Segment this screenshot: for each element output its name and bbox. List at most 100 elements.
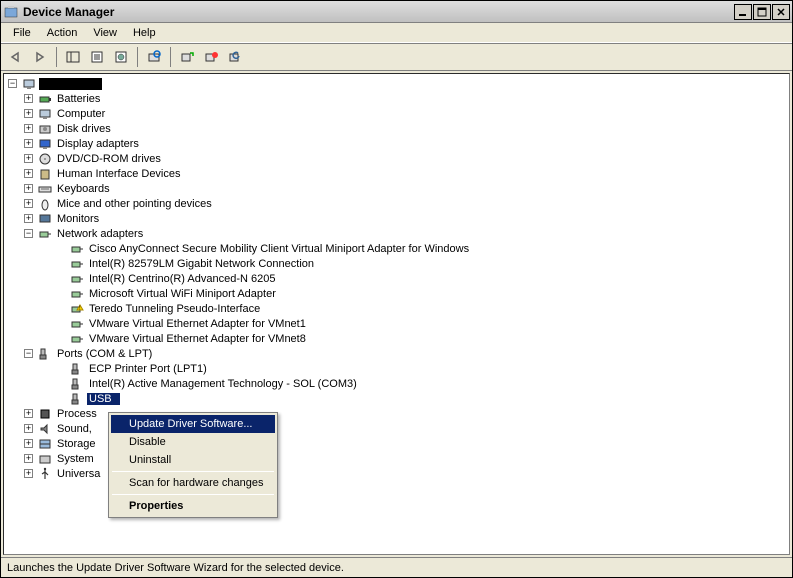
device-label[interactable]: VMware Virtual Ethernet Adapter for VMne… [87,333,308,345]
expander-icon[interactable]: + [24,169,33,178]
net-icon [69,256,85,271]
menu-view[interactable]: View [85,25,125,41]
context-menu-item[interactable]: Scan for hardware changes [111,474,275,492]
expander-icon[interactable]: + [24,469,33,478]
toolbar-separator [170,47,171,67]
computer-icon [21,76,37,91]
expander-icon[interactable]: + [24,109,33,118]
port-icon [37,346,53,361]
uninstall-button[interactable] [224,46,246,68]
expander-icon[interactable]: − [8,79,17,88]
category-label[interactable]: Sound, [55,423,94,435]
app-icon [3,4,19,20]
expander-icon[interactable]: + [24,199,33,208]
category-label[interactable]: Keyboards [55,183,112,195]
net-warn-icon: ! [69,301,85,316]
category-label[interactable]: Universa [55,468,102,480]
system-icon [37,451,53,466]
device-label[interactable]: VMware Virtual Ethernet Adapter for VMne… [87,318,308,330]
hid-icon [37,166,53,181]
toolbar [1,43,792,71]
net-icon [69,286,85,301]
category-label[interactable]: Human Interface Devices [55,168,183,180]
category-label[interactable]: Disk drives [55,123,113,135]
statusbar-text: Launches the Update Driver Software Wiza… [7,562,344,574]
statusbar: Launches the Update Driver Software Wiza… [1,557,792,577]
port-icon [69,376,85,391]
expander-icon[interactable]: + [24,184,33,193]
network-icon [37,226,53,241]
scan-hardware-button[interactable] [143,46,165,68]
expander-icon[interactable]: + [24,454,33,463]
device-label[interactable]: Intel(R) 82579LM Gigabit Network Connect… [87,258,316,270]
titlebar[interactable]: Device Manager [1,1,792,23]
battery-icon [37,91,53,106]
port-icon [69,391,85,406]
sound-icon [37,421,53,436]
device-label[interactable]: Intel(R) Active Management Technology - … [87,378,359,390]
expander-icon[interactable]: + [24,154,33,163]
menu-file[interactable]: File [5,25,39,41]
device-label[interactable]: Teredo Tunneling Pseudo-Interface [87,303,262,315]
category-label[interactable]: Network adapters [55,228,145,240]
category-label[interactable]: Monitors [55,213,101,225]
context-menu: Update Driver Software...DisableUninstal… [108,412,278,518]
category-label[interactable]: Mice and other pointing devices [55,198,214,210]
disable-button[interactable] [200,46,222,68]
menu-help[interactable]: Help [125,25,164,41]
net-icon [69,271,85,286]
expander-icon[interactable]: + [24,94,33,103]
cpu-icon [37,406,53,421]
maximize-button[interactable] [753,4,771,20]
computer-icon [37,106,53,121]
toolbar-separator [137,47,138,67]
category-label[interactable]: System [55,453,96,465]
menu-action[interactable]: Action [39,25,86,41]
device-label[interactable]: USB [87,393,120,405]
net-icon [69,316,85,331]
category-label[interactable]: DVD/CD-ROM drives [55,153,163,165]
context-menu-item[interactable]: Update Driver Software... [111,415,275,433]
category-label[interactable]: Display adapters [55,138,141,150]
expander-icon[interactable]: − [24,349,33,358]
expander-icon[interactable]: + [24,124,33,133]
category-label[interactable]: Storage [55,438,98,450]
expander-icon[interactable]: + [24,214,33,223]
context-menu-separator [112,471,274,472]
close-button[interactable] [772,4,790,20]
disk-icon [37,121,53,136]
usb-icon [37,466,53,481]
root-computer-label[interactable] [39,78,102,90]
device-tree[interactable]: − + Batteries + Computer + Disk drives + Displa… [3,73,790,555]
net-icon [69,241,85,256]
display-icon [37,136,53,151]
back-button[interactable] [5,46,27,68]
context-menu-item[interactable]: Uninstall [111,451,275,469]
expander-icon[interactable]: − [24,229,33,238]
port-icon [69,361,85,376]
properties-button[interactable] [86,46,108,68]
storage-icon [37,436,53,451]
context-menu-item[interactable]: Disable [111,433,275,451]
expander-icon[interactable]: + [24,424,33,433]
device-label[interactable]: ECP Printer Port (LPT1) [87,363,209,375]
monitor-icon [37,211,53,226]
expander-icon[interactable]: + [24,439,33,448]
forward-button[interactable] [29,46,51,68]
device-label[interactable]: Intel(R) Centrino(R) Advanced-N 6205 [87,273,277,285]
update-driver-button[interactable] [176,46,198,68]
minimize-button[interactable] [734,4,752,20]
context-menu-item[interactable]: Properties [111,497,275,515]
expander-icon[interactable]: + [24,139,33,148]
device-label[interactable]: Cisco AnyConnect Secure Mobility Client … [87,243,471,255]
category-label[interactable]: Batteries [55,93,102,105]
help-button[interactable] [110,46,132,68]
device-label[interactable]: Microsoft Virtual WiFi Miniport Adapter [87,288,278,300]
show-hide-console-button[interactable] [62,46,84,68]
menubar: File Action View Help [1,23,792,43]
category-label[interactable]: Process [55,408,99,420]
category-label[interactable]: Ports (COM & LPT) [55,348,154,360]
device-manager-window: Device Manager File Action View Help − +… [0,0,793,578]
category-label[interactable]: Computer [55,108,107,120]
expander-icon[interactable]: + [24,409,33,418]
